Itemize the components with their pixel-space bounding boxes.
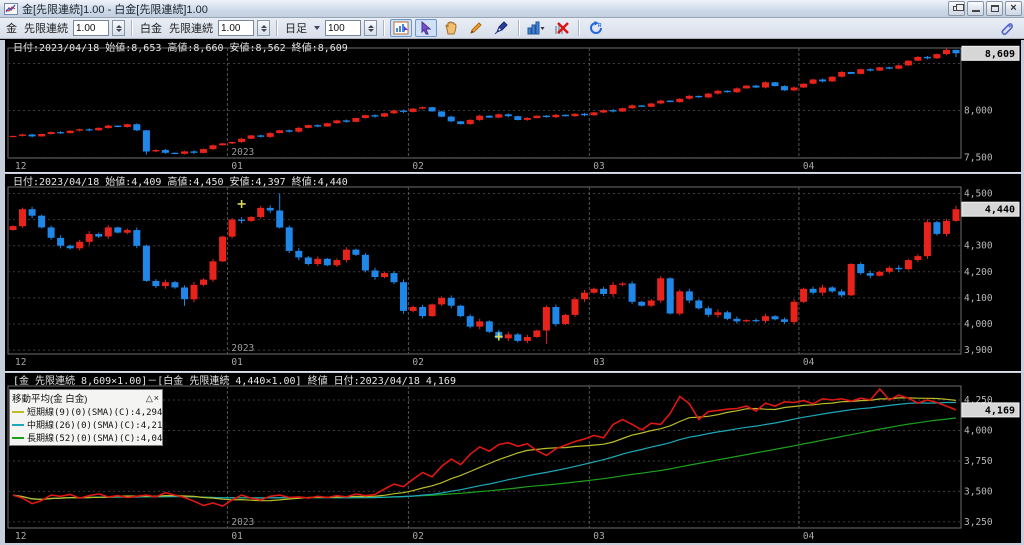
svg-text:2023: 2023 [231, 517, 254, 528]
svg-text:4,440: 4,440 [985, 205, 1015, 216]
toolbar-separator [131, 20, 132, 36]
svg-text:4,100: 4,100 [964, 293, 993, 304]
bar-count-spinner[interactable] [364, 20, 377, 36]
svg-text:3,900: 3,900 [964, 345, 993, 356]
select-arrow-tool-button[interactable] [415, 19, 437, 37]
svg-text:01: 01 [231, 357, 243, 368]
sma-short-swatch [12, 410, 24, 413]
svg-text:2023: 2023 [231, 343, 254, 354]
pencil-draw-tool-button[interactable] [465, 19, 487, 37]
platinum-candlestick-panel[interactable]: 12 2023 01 02 03 04 4,500 4,300 4,200 4,100 4,000 3… [5, 174, 1021, 371]
svg-text:3,750: 3,750 [964, 456, 993, 467]
svg-text:03: 03 [593, 161, 604, 172]
svg-text:3,500: 3,500 [964, 486, 993, 497]
svg-text:8,609: 8,609 [985, 49, 1015, 60]
hand-icon [445, 21, 457, 35]
svg-text:4,200: 4,200 [964, 267, 993, 278]
svg-text:03: 03 [593, 531, 604, 542]
period-label[interactable]: 日足 [285, 20, 307, 36]
minimize-button[interactable] [967, 1, 984, 16]
moving-average-legend: 移動平均(金 白金) △× 短期線(9)(0)(SMA)(C):4,294 中期… [9, 389, 168, 446]
svg-text:02: 02 [412, 161, 423, 172]
symbol2-multiplier-spinner[interactable] [257, 20, 270, 36]
select-arrow-icon [421, 21, 432, 35]
svg-text:R: R [598, 23, 602, 29]
svg-text:日付:2023/04/18 始値:4,409 高値:4,45: 日付:2023/04/18 始値:4,409 高値:4,450 安値:4,397… [13, 175, 348, 188]
svg-text:日付:2023/04/18 始値:8,653 高値:8,66: 日付:2023/04/18 始値:8,653 高値:8,660 安値:8,562… [13, 41, 348, 54]
svg-text:4,300: 4,300 [964, 241, 993, 252]
title-bar[interactable]: 金[先限連続]1.00 - 白金[先限連続]1.00 × [0, 0, 1024, 18]
svg-text:04: 04 [803, 531, 815, 542]
gold-chart-canvas[interactable]: 12 2023 01 02 03 04 8,000 7,500 8,609 日付:2023/04/… [5, 40, 1021, 172]
window-title: 金[先限連続]1.00 - 白金[先限連続]1.00 [22, 3, 208, 16]
legend-controls[interactable]: △× [146, 393, 160, 404]
wrench-icon [1001, 23, 1013, 36]
symbol2-multiplier-input[interactable] [218, 20, 254, 36]
svg-text:12: 12 [15, 531, 26, 542]
svg-text:3,250: 3,250 [964, 517, 993, 528]
symbol1-multiplier-input[interactable] [73, 20, 109, 36]
toolbar-separator [383, 20, 384, 36]
sma-mid-swatch [12, 423, 24, 426]
svg-text:4,000: 4,000 [964, 426, 993, 437]
toolbar-separator [276, 20, 277, 36]
toolbar-separator [578, 20, 579, 36]
pencil-icon [470, 22, 482, 34]
toolbar-separator [518, 20, 519, 36]
spread-line-panel[interactable]: 12 2023 01 02 03 04 4,250 4,000 3,750 3,500 3,250 4… [5, 373, 1021, 543]
symbol1-multiplier-spinner[interactable] [112, 20, 125, 36]
pen-trendline-tool-button[interactable] [490, 19, 512, 37]
svg-text:03: 03 [593, 357, 604, 368]
platinum-chart-canvas[interactable]: 12 2023 01 02 03 04 4,500 4,300 4,200 4,100 4,000 3… [5, 174, 1021, 371]
hand-pan-tool-button[interactable] [440, 19, 462, 37]
svg-text:01: 01 [231, 161, 243, 172]
symbol1-label: 金 [6, 23, 17, 35]
bar-count-input[interactable] [325, 20, 361, 36]
symbol2-series-label: 先限連続 [169, 23, 213, 35]
svg-text:04: 04 [803, 357, 815, 368]
chart-cursor-icon [393, 21, 409, 35]
bar-chart-icon [527, 21, 545, 35]
delete-indicator-icon [554, 22, 569, 34]
toolbar: 金 先限連続 白金 先限連続 日足 R [0, 18, 1024, 39]
svg-text:12: 12 [15, 357, 26, 368]
svg-text:4,500: 4,500 [964, 189, 993, 200]
pen-icon [494, 21, 508, 35]
delete-indicator-button[interactable] [550, 19, 572, 37]
svg-text:7,500: 7,500 [964, 153, 993, 164]
svg-text:4,000: 4,000 [964, 319, 993, 330]
svg-text:12: 12 [15, 161, 26, 172]
sma-long-label: 長期線(52)(0)(SMA)(C):4,043 [27, 434, 168, 444]
close-button[interactable]: × [1005, 1, 1022, 16]
chart-cursor-tool-button[interactable] [390, 19, 412, 37]
sma-short-label: 短期線(9)(0)(SMA)(C):4,294 [27, 408, 163, 418]
svg-text:01: 01 [231, 531, 243, 542]
maximize-button[interactable] [986, 1, 1003, 16]
chart-frame: 12 2023 01 02 03 04 8,000 7,500 8,609 日付:2023/04/… [0, 40, 1024, 545]
svg-text:8,000: 8,000 [964, 106, 993, 117]
period-dropdown-icon[interactable] [314, 26, 320, 30]
chart-type-button[interactable] [525, 19, 547, 37]
settings-wrench-button[interactable] [996, 20, 1018, 38]
symbol2-label: 白金 [140, 23, 162, 35]
symbol1-series-label: 先限連続 [24, 23, 68, 35]
sma-long-swatch [12, 436, 24, 439]
svg-text:02: 02 [412, 531, 423, 542]
chart-application-window: 金[先限連続]1.00 - 白金[先限連続]1.00 × 金 先限連続 白金 先… [0, 0, 1024, 545]
refresh-button[interactable]: R [585, 19, 607, 37]
svg-text:[金 先限連続 8,609×1.00]－[白金 先限連続 4: [金 先限連続 8,609×1.00]－[白金 先限連続 4,440×1.00]… [13, 374, 456, 387]
refresh-icon: R [589, 21, 602, 34]
sma-mid-label: 中期線(26)(0)(SMA)(C):4,216 [27, 421, 168, 431]
svg-text:02: 02 [412, 357, 423, 368]
float-window-button[interactable] [948, 1, 965, 16]
gold-candlestick-panel[interactable]: 12 2023 01 02 03 04 8,000 7,500 8,609 日付:2023/04/… [5, 40, 1021, 172]
svg-text:4,169: 4,169 [985, 405, 1015, 416]
legend-title: 移動平均(金 白金) [12, 394, 88, 405]
svg-text:2023: 2023 [231, 147, 254, 158]
app-chart-icon [4, 2, 18, 15]
svg-text:04: 04 [803, 161, 815, 172]
